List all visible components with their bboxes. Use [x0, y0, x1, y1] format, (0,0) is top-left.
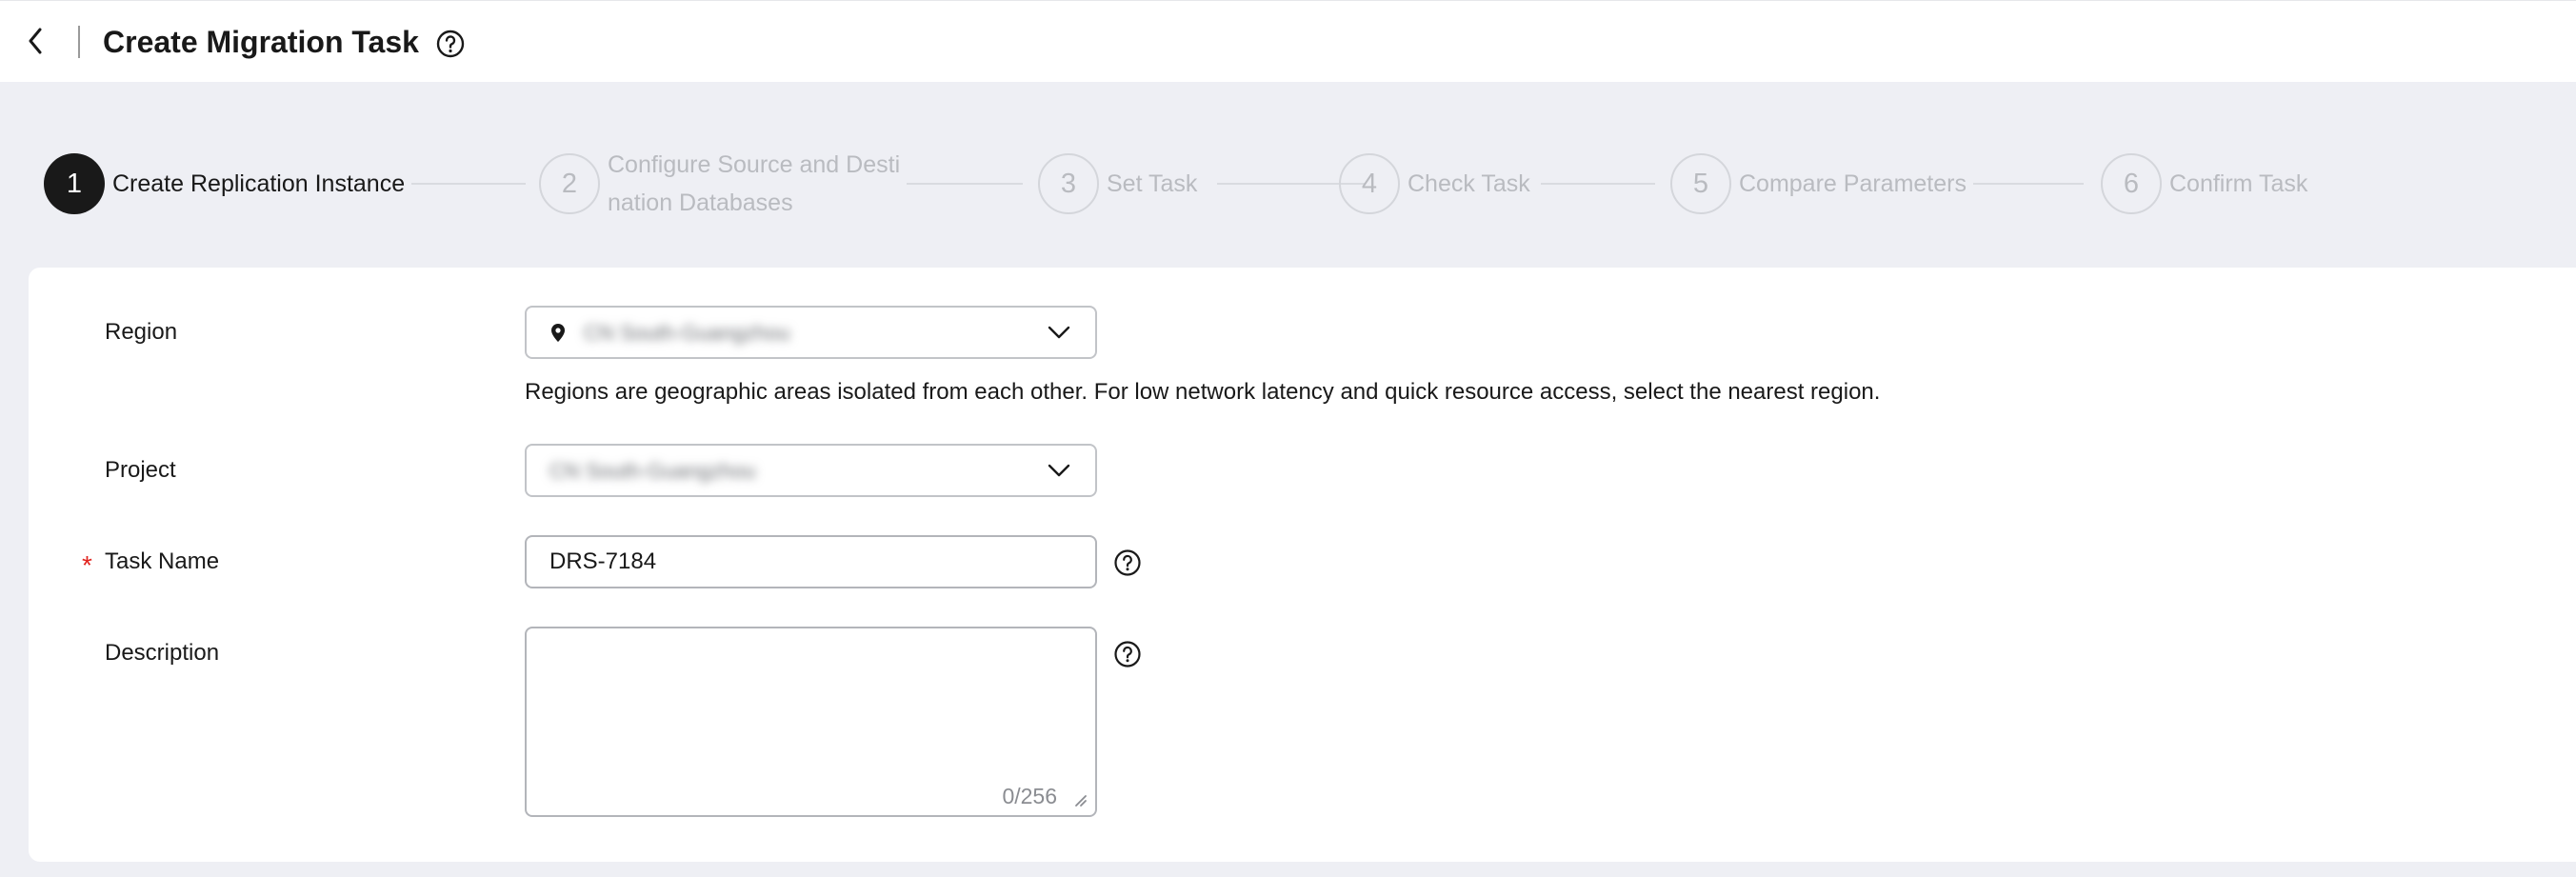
question-circle-icon[interactable] [1113, 548, 1142, 577]
question-circle-icon[interactable] [1113, 640, 1142, 668]
step-create-replication-instance: 1 Create Replication Instance [44, 152, 405, 215]
chevron-down-icon [1048, 464, 1070, 477]
header-divider [78, 26, 80, 58]
region-label: Region [105, 319, 178, 345]
step-configure-databases: 2 Configure Source and Desti nation Data… [539, 151, 900, 216]
region-value: CN South-Guangzhou [584, 321, 790, 345]
description-textarea-wrapper: 0/256 [525, 627, 1097, 817]
step-number: 5 [1670, 153, 1731, 214]
step-number: 4 [1339, 153, 1400, 214]
step-set-task: 3 Set Task [1038, 152, 1197, 215]
step-label: Check Task [1408, 170, 1530, 197]
resize-handle-icon[interactable] [1072, 792, 1088, 807]
page-header: Create Migration Task [0, 0, 2576, 82]
step-check-task: 4 Check Task [1339, 152, 1530, 215]
task-name-label: Task Name [105, 548, 220, 574]
step-compare-parameters: 5 Compare Parameters [1670, 152, 1967, 215]
progress-stepper: 1 Create Replication Instance 2 Configur… [44, 151, 2367, 216]
form-card: Region CN South-Guangzhou Regions are ge… [29, 268, 2576, 862]
required-marker: * [82, 550, 92, 580]
step-number: 1 [44, 153, 105, 214]
question-circle-icon[interactable] [435, 29, 466, 59]
region-select[interactable]: CN South-Guangzhou [525, 306, 1097, 359]
description-label: Description [105, 640, 220, 666]
step-confirm-task: 6 Confirm Task [2101, 152, 2307, 215]
step-label: Confirm Task [2169, 170, 2308, 197]
project-value: CN South-Guangzhou [549, 459, 756, 483]
step-number: 2 [539, 153, 600, 214]
project-select[interactable]: CN South-Guangzhou [525, 444, 1097, 497]
location-pin-icon [551, 324, 565, 342]
step-label: Set Task [1107, 170, 1198, 197]
step-label: Configure Source and Desti nation Databa… [608, 146, 900, 222]
character-counter: 0/256 [1002, 784, 1057, 808]
page-title: Create Migration Task [103, 25, 419, 59]
step-connector [1973, 183, 2084, 185]
step-label: Compare Parameters [1739, 170, 1967, 197]
step-number: 3 [1038, 153, 1099, 214]
chevron-down-icon [1048, 326, 1070, 339]
back-button[interactable] [21, 24, 50, 58]
step-label: Create Replication Instance [112, 170, 406, 197]
step-connector [411, 183, 526, 185]
step-connector [1541, 183, 1655, 185]
step-label-line: Configure Source and Desti [608, 151, 901, 178]
chevron-left-icon [29, 28, 42, 54]
project-label: Project [105, 457, 176, 483]
region-hint: Regions are geographic areas isolated fr… [525, 379, 1881, 405]
step-label-line: nation Databases [608, 189, 793, 216]
step-number: 6 [2101, 153, 2162, 214]
task-name-input[interactable] [525, 535, 1097, 588]
step-connector [907, 183, 1023, 185]
